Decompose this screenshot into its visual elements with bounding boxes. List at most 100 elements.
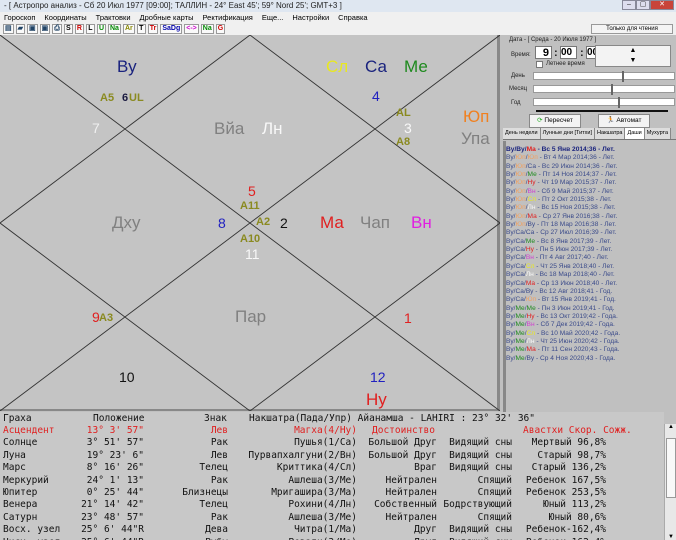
dasha-item[interactable]: Ву/Юп/Ну - Чт 19 Мар 2015;37 - Лет. [506,179,674,187]
toolbar-button[interactable]: SaDg [160,24,183,34]
cell: Телец [199,462,228,474]
scroll-up-icon[interactable]: ▲ [668,424,674,430]
dasha-item[interactable]: Ву/Ме/Лн - Чт 25 Июн 2020;42 - Года. [506,338,674,346]
dasha-item[interactable]: Ву/Юп/Лн - Вс 15 Ноя 2015;38 - Лет. [506,204,674,212]
table-row[interactable]: Луна 19° 23' 6" Лев Пурвапхалгуни(2/Вн) Боль… [0,450,664,462]
menu-item[interactable]: Еще... [262,12,284,23]
hour-field[interactable]: 9 [535,46,552,59]
tab-3[interactable]: Даши [625,128,645,139]
dasha-item[interactable]: Ву/Са/Вн - Пт 4 Авг 2017;40 - Лет. [506,254,674,262]
dasha-date: - Вс 12 Авг 2018;41 - Год. [533,287,613,295]
close-button[interactable]: ✕ [650,0,674,10]
toolbar-button[interactable]: Ar [122,24,135,34]
dasha-item[interactable]: Ву/Са/Юп - Вт 15 Янв 2019;41 - Год. [506,296,674,304]
menu-item[interactable]: Координаты [44,12,86,23]
dasha-item[interactable]: Ву/Юп/Сл - Пт 2 Окт 2015;38 - Лет. [506,196,674,204]
minimize-button[interactable]: – [622,0,636,10]
menu-item[interactable]: Справка [338,12,367,23]
table-row[interactable]: Меркурий 24° 1' 13" Рак Ашлеша(3/Ме) Нейтрал… [0,475,664,487]
table-row[interactable]: Венера 21° 14' 42" Телец Рохини(4/Лн) Собств… [0,499,664,511]
dasha-item[interactable]: Ву/Ву/Ма - Вс 5 Янв 2014;36 - Лет. [506,146,674,154]
dasha-item[interactable]: Ву/Са/Лн - Вс 18 Мар 2018;40 - Лет. [506,271,674,279]
toolbar-button[interactable]: U [96,24,106,34]
dasha-item[interactable]: Ву/Юп/Ма - Ср 27 Янв 2016;38 - Лет. [506,213,674,221]
dasha-item[interactable]: Ву/Юп/Ву - Пт 18 Мар 2016;38 - Лет. [506,221,674,229]
dasha-item[interactable]: Ву/Ме/Ма - Пт 11 Сен 2020;43 - Года. [506,346,674,354]
auto-button[interactable]: 🏃 Автомат [598,114,650,128]
table-row[interactable]: Марс 8° 16' 26" Телец Криттика(4/Сл) Враг Вид… [0,462,664,474]
toolbar-button[interactable]: Na [200,24,214,34]
toolbar-button[interactable]: S [63,24,73,34]
dasha-planet: Ме [526,304,536,312]
dasha-item[interactable]: Ву/Юп/Ме - Пт 14 Ноя 2014;37 - Лет. [506,171,674,179]
dasha-item[interactable]: Ву/Са/Ву - Вс 12 Авг 2018;41 - Год. [506,288,674,296]
table-row[interactable]: Солнце 3° 51' 57" Рак Пушья(1/Са) Большой Др… [0,437,664,449]
dasha-item[interactable]: Ву/Са/Ну - Пн 5 Июн 2017;39 - Лет. [506,246,674,254]
toolbar-button[interactable]: L [85,24,95,34]
save-as-icon[interactable]: ▣ [39,24,51,34]
cell: Марс [3,462,26,474]
time-spinner[interactable]: ▲ ▼ [595,45,671,67]
tab-4[interactable]: Мухурта [644,128,672,139]
toolbar-button[interactable]: <-> [184,24,199,34]
menu-item[interactable]: Трактовки [96,12,131,23]
print-icon[interactable]: ⎙ [52,24,62,34]
slider-thumb[interactable] [622,71,625,82]
cell: Ребенок-162,4% [526,537,606,540]
table-row[interactable]: Сатурн 23° 48' 57" Рак Ашлеша(3/Ме) Нейтрале… [0,512,664,524]
dasha-list[interactable]: Ву/Ву/Ма - Вс 5 Янв 2014;36 - Лет. Ву/Юп/… [506,146,674,363]
minute-field[interactable]: 00 [560,46,577,59]
dasha-planet: Юп [515,204,526,212]
dasha-item[interactable]: Ву/Ме/Ме - Пн 3 Июн 2019;41 - Год. [506,305,674,313]
save-icon[interactable]: ▣ [27,24,38,34]
tab-1[interactable]: Лунные дни [Титхи] [540,128,596,139]
table-row[interactable]: Восх. узел 25° 6' 44"R Дева Читра(1/Ма) Друг… [0,524,664,536]
dasha-item[interactable]: Ву/Са/Са - Ср 27 Июл 2016;39 - Лет. [506,229,674,237]
right-panel: Только для чтения Дата - [ Среда - 20 Ию… [503,24,676,412]
dasha-item[interactable]: Ву/Ме/Сл - Вс 10 Май 2020;42 - Года. [506,330,674,338]
month-slider[interactable] [533,84,675,95]
dasha-item[interactable]: Ву/Ме/Ну - Вс 13 Окт 2019;42 - Года. [506,313,674,321]
dasha-date: - Пт 11 Сен 2020;43 - Года. [535,346,620,354]
dasha-planet: Вн [525,254,534,262]
recalc-button[interactable]: ⟳ Пересчет [529,114,581,128]
dasha-date: - Чт 25 Июн 2020;42 - Года. [534,337,620,345]
table-row[interactable]: Юпитер 0° 25' 44" Близнецы Мригашира(3/Ма) Н… [0,487,664,499]
tab-2[interactable]: Накшатра [595,128,626,139]
scroll-down-icon[interactable]: ▼ [668,534,674,540]
menu-item[interactable]: Дробные карты [140,12,194,23]
tab-0[interactable]: День недели [503,128,541,139]
new-icon[interactable]: ▤ [3,24,14,34]
table-row[interactable]: Асцендент 13° 3' 57" Лев Магха(4/Ну) Достоин… [0,425,664,437]
menu-item[interactable]: Ректификация [203,12,253,23]
scroll-thumb[interactable] [666,438,676,498]
cell: Видящий сны [449,524,512,536]
cell: Юный 80,6% [548,511,606,523]
toolbar-button[interactable]: R [74,24,84,34]
readonly-button[interactable]: Только для чтения [591,24,673,34]
dasha-item[interactable]: Ву/Юп/Вн - Сб 9 Май 2015;37 - Лет. [506,188,674,196]
toolbar-button[interactable]: Tr [147,24,159,34]
table-scrollbar[interactable]: ▲ ▼ [664,424,676,540]
dasha-planet: Са [515,254,524,262]
toolbar-button[interactable]: Na [108,24,121,34]
dasha-item[interactable]: Ву/Ме/Ву - Ср 4 Ноя 2020;43 - Года. [506,355,674,363]
toolbar-button[interactable]: G [215,24,226,34]
toolbar-button[interactable]: T [136,24,146,34]
slider-thumb[interactable] [611,84,613,95]
dasha-item[interactable]: Ву/Юп/Са - Вс 29 Июн 2014;36 - Лет. [506,163,674,171]
dasha-item[interactable]: Ву/Са/Сл - Чт 25 Янв 2018;40 - Лет. [506,263,674,271]
summer-time-checkbox[interactable] [536,61,543,68]
dasha-item[interactable]: Ву/Юп/Юп - Вт 4 Мар 2014;36 - Лет. [506,154,674,162]
maximize-button[interactable]: ▢ [636,0,650,10]
menu-item[interactable]: Гороскоп [4,12,35,23]
dasha-item[interactable]: Ву/Са/Ме - Вс 8 Янв 2017;39 - Лет. [506,238,674,246]
dasha-item[interactable]: Ву/Ме/Вн - Сб 7 Дек 2019;42 - Года. [506,321,674,329]
menu-item[interactable]: Настройки [292,12,329,23]
open-icon[interactable]: ▰ [15,24,26,34]
table-row[interactable]: Нисх. узел 25° 6' 44"R Рыбы Ревати(3/Ме) Дру… [0,537,664,540]
dasha-item[interactable]: Ву/Са/Ма - Ср 13 Июн 2018;40 - Лет. [506,280,674,288]
day-slider[interactable] [533,71,675,82]
slider-thumb[interactable] [618,97,620,108]
year-slider[interactable] [533,97,675,108]
